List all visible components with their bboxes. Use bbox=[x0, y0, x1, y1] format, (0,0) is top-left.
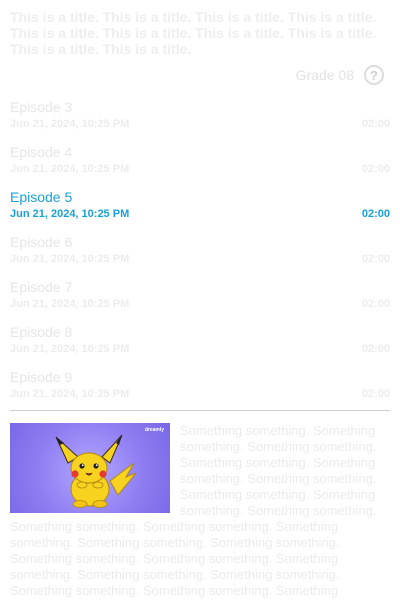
episode-item-9[interactable]: Episode 9 Jun 21, 2024, 10:25 PM 02:00 bbox=[10, 363, 390, 408]
episode-date: Jun 21, 2024, 10:25 PM bbox=[10, 118, 130, 130]
episode-item-6[interactable]: Episode 6 Jun 21, 2024, 10:25 PM 02:00 bbox=[10, 228, 390, 273]
episode-duration: 02:00 bbox=[361, 253, 390, 265]
episode-duration: 02:00 bbox=[361, 163, 390, 175]
episode-item-4[interactable]: Episode 4 Jun 21, 2024, 10:25 PM 02:00 bbox=[10, 138, 390, 183]
episode-date: Jun 21, 2024, 10:25 PM bbox=[10, 253, 130, 265]
grade-row: Grade 08 ? bbox=[10, 61, 390, 89]
episode-duration: 02:00 bbox=[361, 118, 390, 130]
episode-item-5[interactable]: Episode 5 Jun 21, 2024, 10:25 PM 02:00 bbox=[10, 183, 390, 228]
episode-title: Episode 8 bbox=[10, 324, 73, 340]
episode-title: Episode 7 bbox=[10, 279, 73, 295]
episode-title: Episode 6 bbox=[10, 234, 73, 250]
episode-date: Jun 21, 2024, 10:25 PM bbox=[10, 298, 130, 310]
episode-title: Episode 4 bbox=[10, 144, 73, 160]
episode-item-7[interactable]: Episode 7 Jun 21, 2024, 10:25 PM 02:00 bbox=[10, 273, 390, 318]
episode-date: Jun 21, 2024, 10:25 PM bbox=[10, 388, 130, 400]
episode-duration: 02:00 bbox=[361, 208, 390, 220]
episode-date: Jun 21, 2024, 10:25 PM bbox=[10, 343, 130, 355]
episode-duration: 02:00 bbox=[361, 388, 390, 400]
pikachu-illustration bbox=[55, 434, 137, 508]
episode-title: Episode 3 bbox=[10, 99, 73, 115]
episode-content: dreamly Something something. Something s… bbox=[10, 423, 390, 600]
episode-list: Episode 3 Jun 21, 2024, 10:25 PM 02:00 E… bbox=[10, 93, 390, 408]
episode-title: Episode 9 bbox=[10, 369, 73, 385]
episode-title: Episode 5 bbox=[10, 189, 73, 205]
episode-date: Jun 21, 2024, 10:25 PM bbox=[10, 208, 130, 220]
grade-label: Grade 08 bbox=[295, 67, 354, 83]
divider bbox=[10, 410, 390, 411]
question-circle-icon[interactable]: ? bbox=[364, 65, 384, 85]
episode-date: Jun 21, 2024, 10:25 PM bbox=[10, 163, 130, 175]
episode-item-3[interactable]: Episode 3 Jun 21, 2024, 10:25 PM 02:00 bbox=[10, 93, 390, 138]
episode-duration: 02:00 bbox=[361, 343, 390, 355]
episode-thumbnail[interactable]: dreamly bbox=[10, 423, 170, 513]
episode-item-8[interactable]: Episode 8 Jun 21, 2024, 10:25 PM 02:00 bbox=[10, 318, 390, 363]
episode-page: This is a title. This is a title. This i… bbox=[0, 0, 400, 600]
episode-duration: 02:00 bbox=[361, 298, 390, 310]
page-title: This is a title. This is a title. This i… bbox=[10, 9, 377, 57]
